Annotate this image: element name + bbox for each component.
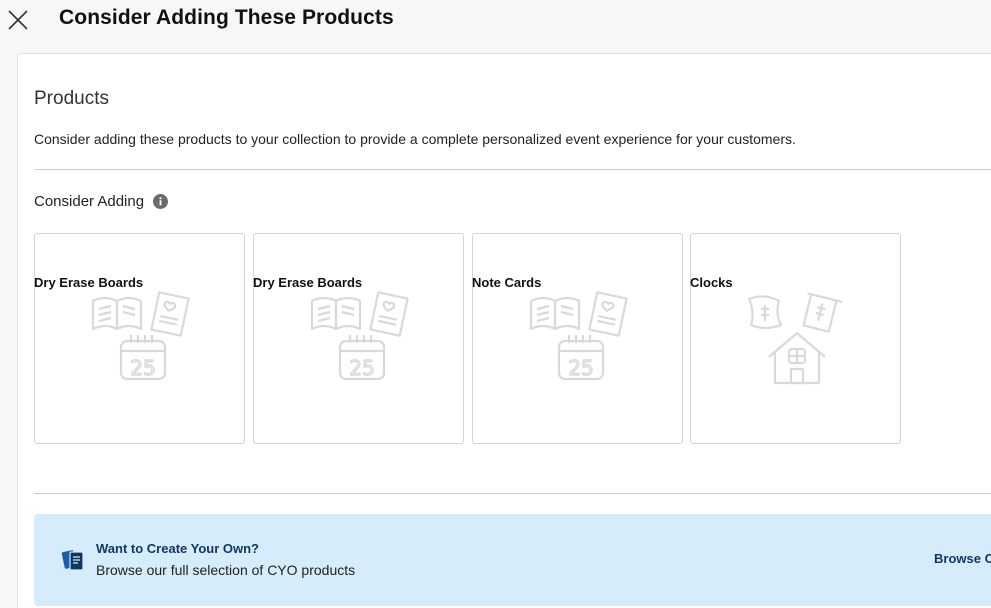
products-panel: Products Consider adding these products … [17,53,991,608]
event-stationery-icon: 25 [310,290,409,380]
svg-text:25: 25 [568,356,593,380]
close-icon [8,10,28,30]
svg-text:25: 25 [130,356,155,380]
divider [34,169,991,170]
product-label: Dry Erase Boards [34,275,144,290]
home-decor-icon [747,291,843,384]
close-button[interactable] [4,6,32,34]
event-stationery-icon: 25 [91,290,190,380]
product-card-dry-erase-boards[interactable]: 25 [253,233,464,444]
product-card-clocks[interactable] [690,233,901,444]
divider [34,493,991,494]
product-label: Clocks [690,275,733,290]
banner-subtitle: Browse our full selection of CYO product… [96,562,356,578]
event-stationery-icon: 25 [529,290,628,380]
banner-title: Want to Create Your Own? [96,541,259,556]
modal-header: Consider Adding These Products [0,0,991,40]
svg-text:25: 25 [349,356,374,380]
product-label: Dry Erase Boards [253,275,363,290]
consider-adding-label: Consider Adding [34,193,145,210]
browse-cyo-link[interactable]: Browse C [934,551,991,566]
consider-adding-header: Consider Adding [34,193,169,210]
section-description: Consider adding these products to your c… [34,131,796,147]
cyo-banner: Want to Create Your Own? Browse our full… [34,514,991,606]
info-icon[interactable] [153,194,169,209]
product-label: Note Cards [472,275,542,290]
product-card-dry-erase-boards[interactable]: 25 [34,233,245,444]
product-card-note-cards[interactable]: 25 [472,233,683,444]
cards-icon [61,550,84,571]
modal-title: Consider Adding These Products [59,6,394,29]
section-title: Products [34,88,109,109]
